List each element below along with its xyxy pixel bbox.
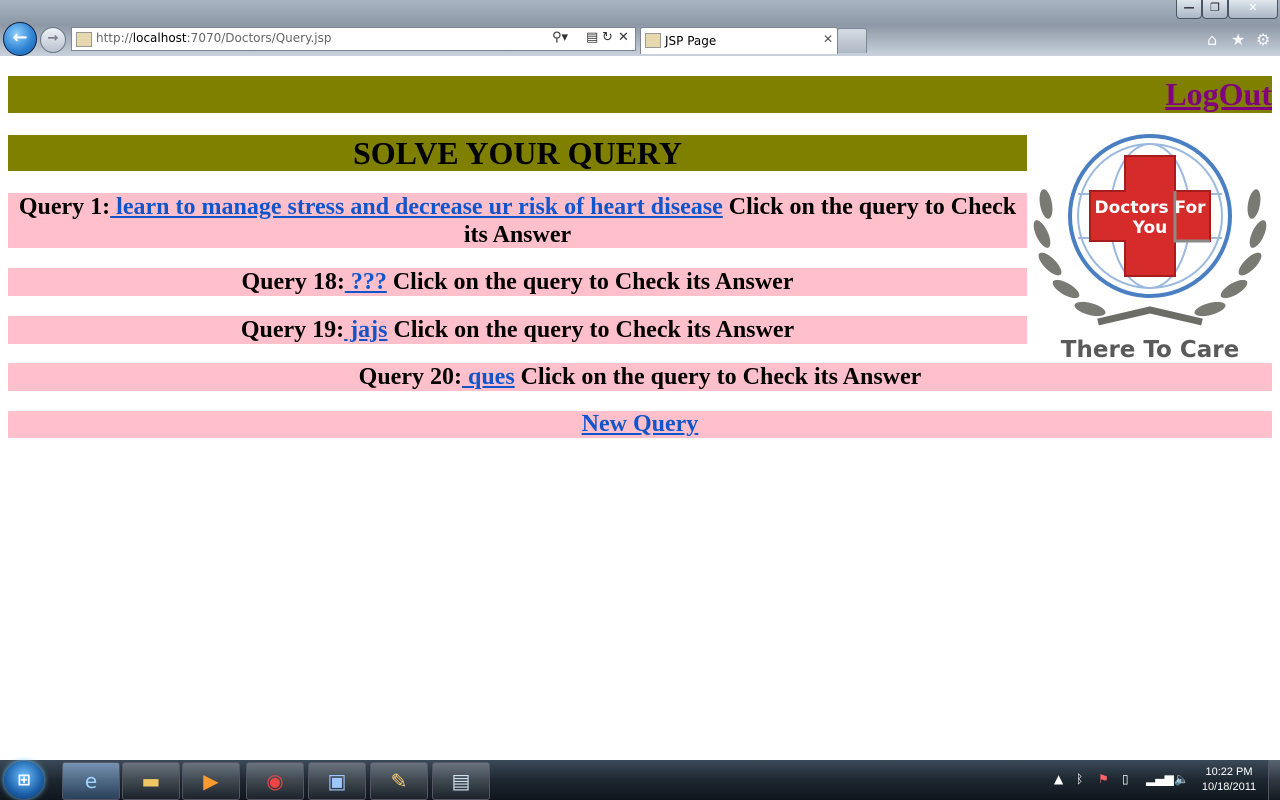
maximize-icon: ❐ <box>1210 1 1220 14</box>
action-center-flag-icon[interactable]: ⚑ <box>1098 772 1109 786</box>
query-link[interactable]: ques <box>462 364 515 390</box>
volume-icon[interactable]: 🔈 <box>1174 772 1189 786</box>
page-content: LogOut SOLVE YOUR QUERY Query 1: learn t… <box>0 56 1280 760</box>
logout-link[interactable]: LogOut <box>1165 76 1272 113</box>
show-hidden-icons-icon[interactable]: ▲ <box>1054 772 1063 786</box>
internet-explorer-icon: e <box>84 769 98 793</box>
taskbar-item-chrome[interactable]: ◉ <box>246 762 304 800</box>
taskbar-item-explorer[interactable]: ▬ <box>122 762 180 800</box>
query-row: Query 19: jajs Click on the query to Che… <box>8 316 1027 344</box>
taskbar-clock[interactable]: 10:22 PM 10/18/2011 <box>1196 765 1262 795</box>
query-hint: Click on the query to Check its Answer <box>387 317 795 343</box>
power-icon[interactable]: ▯ <box>1122 772 1129 786</box>
browser-chrome: — ❐ ✕ ← → http://localhost:7070/Doctors/… <box>0 0 1280 56</box>
stop-icon[interactable]: ✕ <box>618 30 629 45</box>
show-desktop-button[interactable] <box>1268 760 1280 800</box>
clock-date: 10/18/2011 <box>1201 781 1257 793</box>
address-bar[interactable]: http://localhost:7070/Doctors/Query.jsp … <box>71 27 636 51</box>
window-app-icon: ▤ <box>451 769 471 793</box>
query-row: Query 1: learn to manage stress and decr… <box>8 193 1027 248</box>
media-player-icon: ▶ <box>203 769 219 793</box>
tab-jsp-page[interactable]: JSP Page ✕ <box>640 27 838 54</box>
tab-close-icon[interactable]: ✕ <box>823 32 833 46</box>
network-icon[interactable]: ▂▄▆ <box>1146 772 1174 786</box>
windows-logo-icon: ⊞ <box>17 770 31 789</box>
compat-view-icon[interactable]: ▤ <box>586 30 598 45</box>
forward-arrow-icon: → <box>47 31 59 46</box>
search-icon[interactable]: ⚲▾ <box>552 30 568 45</box>
clock-time: 10:22 PM <box>1205 766 1253 778</box>
page-title: SOLVE YOUR QUERY <box>8 135 1027 171</box>
query-hint: Click on the query to Check its Answer <box>386 269 794 295</box>
gear-icon[interactable]: ⚙ <box>1256 30 1270 49</box>
system-tray: ▲ ᛒ ⚑ ▯ ▂▄▆ 🔈 <box>1048 760 1198 800</box>
taskbar-item-virtualbox[interactable]: ▣ <box>308 762 366 800</box>
minimize-button[interactable]: — <box>1176 0 1202 19</box>
address-url[interactable]: http://localhost:7070/Doctors/Query.jsp <box>96 31 332 45</box>
minimize-icon: — <box>1183 1 1195 14</box>
query-hint: Click on the query to Check its Answer <box>514 364 922 390</box>
home-icon[interactable]: ⌂ <box>1207 30 1217 49</box>
maximize-button[interactable]: ❐ <box>1202 0 1228 19</box>
taskbar: ⊞ e ▬ ▶ ◉ ▣ ✎ ▤ ▲ ᛒ ⚑ ▯ ▂▄▆ 🔈 10:22 PM 1… <box>0 760 1280 800</box>
query-label: Query 18: <box>241 269 345 295</box>
taskbar-item-paint[interactable]: ✎ <box>370 762 428 800</box>
query-label: Query 19: <box>240 317 345 343</box>
close-icon: ✕ <box>1248 1 1258 14</box>
refresh-icon[interactable]: ↻ <box>602 30 613 45</box>
tab-title: JSP Page <box>665 34 717 48</box>
top-bar: LogOut <box>8 76 1272 113</box>
doctors-for-you-logo: Doctors For You There To Care <box>1028 134 1272 364</box>
new-tab-button[interactable] <box>837 28 867 53</box>
start-button[interactable]: ⊞ <box>4 761 44 799</box>
logo-tagline: There To Care <box>1060 337 1240 363</box>
favorites-star-icon[interactable]: ★ <box>1231 30 1245 49</box>
forward-button[interactable]: → <box>40 27 66 53</box>
folder-icon: ▬ <box>141 769 161 793</box>
new-query-link[interactable]: New Query <box>582 411 699 437</box>
back-arrow-icon: ← <box>12 27 28 48</box>
paint-icon: ✎ <box>390 769 408 793</box>
taskbar-item-media-player[interactable]: ▶ <box>182 762 240 800</box>
query-label: Query 20: <box>358 364 462 390</box>
chrome-icon: ◉ <box>266 769 284 793</box>
logo-title: Doctors For You <box>1094 198 1206 238</box>
query-row: Query 20: ques Click on the query to Che… <box>8 363 1272 391</box>
taskbar-item-internet-explorer[interactable]: e <box>62 762 120 800</box>
tab-favicon-icon <box>645 33 661 48</box>
bluetooth-icon[interactable]: ᛒ <box>1076 772 1083 786</box>
query-row: Query 18: ??? Click on the query to Chec… <box>8 268 1027 296</box>
virtualbox-icon: ▣ <box>327 769 347 793</box>
page-favicon-icon <box>76 32 92 47</box>
query-link[interactable]: ??? <box>345 269 387 295</box>
close-window-button[interactable]: ✕ <box>1228 0 1278 19</box>
new-query-row: New Query <box>8 411 1272 438</box>
taskbar-item-window[interactable]: ▤ <box>432 762 490 800</box>
query-link[interactable]: jajs <box>344 317 387 343</box>
query-link[interactable]: learn to manage stress and decrease ur r… <box>110 194 723 220</box>
back-button[interactable]: ← <box>3 22 37 56</box>
query-label: Query 1: <box>18 194 111 220</box>
